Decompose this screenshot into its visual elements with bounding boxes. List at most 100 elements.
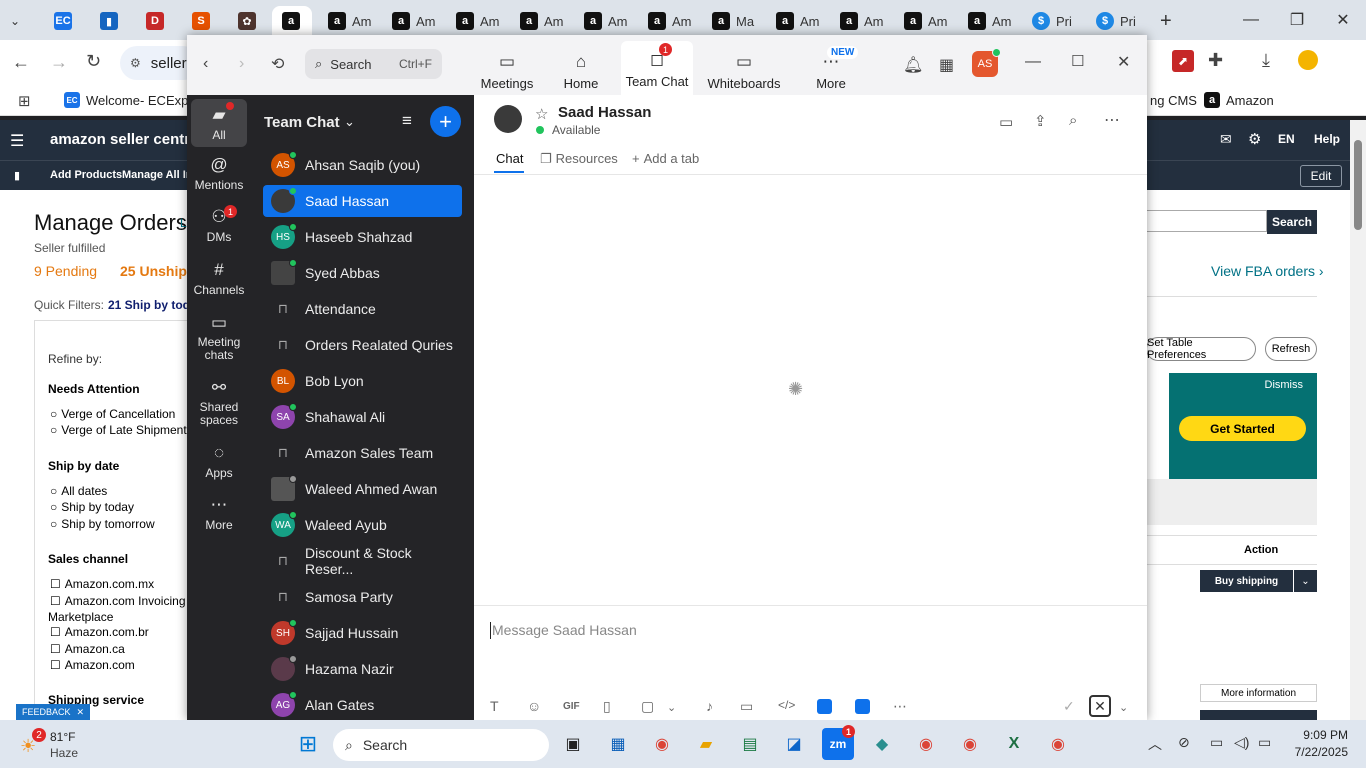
browser-tab[interactable]: a Am: [894, 6, 956, 36]
browser-tab[interactable]: S: [182, 6, 222, 36]
browser-tab[interactable]: $ Pri: [1022, 6, 1084, 36]
dismiss-link[interactable]: Dismiss: [1265, 379, 1304, 391]
contact-item[interactable]: AS Ahsan Saqib (you): [263, 149, 462, 181]
screenshot-icon[interactable]: ▢: [641, 698, 654, 715]
buy-shipping-button[interactable]: [1200, 710, 1317, 720]
chevron-down-icon[interactable]: ⌄: [667, 701, 676, 714]
refresh-button[interactable]: Refresh: [1265, 337, 1317, 361]
chrome-profile-icon[interactable]: ◉: [910, 728, 942, 760]
minimize-icon[interactable]: —: [1025, 53, 1041, 71]
new-chat-button[interactable]: +: [430, 106, 461, 137]
rail-meeting-chats[interactable]: ▭ Meeting chats: [191, 313, 247, 362]
channel-item[interactable]: ⊓ Orders Realated Quries: [263, 329, 462, 361]
scrollbar-thumb[interactable]: [1354, 140, 1362, 230]
maximize-icon[interactable]: ☐: [1071, 52, 1084, 70]
mail-icon[interactable]: ✉: [1220, 131, 1232, 148]
weather-widget[interactable]: ☀ 2 81°F Haze: [14, 728, 104, 762]
bookmark-item[interactable]: EC Welcome- ECExpre: [64, 92, 200, 108]
chevron-up-icon[interactable]: ︿: [1148, 734, 1162, 754]
browser-tab[interactable]: a Am: [574, 6, 636, 36]
pending-tab[interactable]: 9 Pending: [34, 263, 97, 279]
checkbox-option[interactable]: ☐ Amazon.com.mx: [50, 577, 154, 591]
contact-item[interactable]: BL Bob Lyon: [263, 365, 462, 397]
view-fba-orders-link[interactable]: View FBA orders ›: [1211, 263, 1324, 279]
add-products-link[interactable]: Add Products: [50, 169, 122, 181]
network-off-icon[interactable]: ⊘: [1178, 734, 1190, 751]
browser-tab[interactable]: a Am: [510, 6, 572, 36]
more-information-button[interactable]: More information: [1200, 684, 1317, 702]
emoji-icon[interactable]: ☺: [527, 698, 541, 714]
checkbox-option[interactable]: ☐ Amazon.com: [50, 658, 135, 672]
contact-item-selected[interactable]: Saad Hassan: [263, 185, 462, 217]
feedback-tab[interactable]: FEEDBACK ✕: [16, 704, 91, 720]
contact-item[interactable]: SH Sajjad Hussain: [263, 617, 462, 649]
star-icon[interactable]: ☆: [535, 105, 548, 123]
outlook-icon[interactable]: ◪: [778, 728, 810, 760]
share-screen-icon[interactable]: ⇪: [1034, 112, 1047, 130]
radio-option[interactable]: ○ All dates: [50, 484, 107, 498]
browser-tab[interactable]: a Am: [446, 6, 508, 36]
excel-icon[interactable]: X: [998, 728, 1030, 760]
apps-grid-icon[interactable]: ⊞: [18, 92, 31, 110]
search-button[interactable]: Search: [1267, 210, 1317, 234]
buy-shipping-button[interactable]: Buy shipping: [1200, 570, 1293, 592]
reload-icon[interactable]: ↻: [86, 51, 101, 72]
back-arrow-icon[interactable]: ‹: [203, 55, 208, 73]
nav-home[interactable]: ⌂ Home: [551, 43, 611, 91]
bell-icon[interactable]: 🔔︎: [903, 55, 923, 75]
learn-more-link[interactable]: L: [180, 216, 187, 230]
microphone-icon[interactable]: ♪: [706, 698, 713, 714]
history-icon[interactable]: ⟲: [271, 54, 284, 74]
browser-tab[interactable]: ✿: [228, 6, 268, 36]
message-input[interactable]: Message Saad Hassan: [490, 615, 1130, 645]
chrome-icon[interactable]: ◉: [646, 728, 678, 760]
browser-tab[interactable]: a Am: [830, 6, 892, 36]
task-view-icon[interactable]: ▣: [557, 728, 589, 760]
rail-channels[interactable]: # Channels: [191, 260, 247, 297]
chrome-profile-icon[interactable]: ◉: [954, 728, 986, 760]
channel-item[interactable]: ⊓ Attendance: [263, 293, 462, 325]
browser-tab[interactable]: $ Pri: [1086, 6, 1148, 36]
radio-option[interactable]: ○ Ship by today: [50, 500, 134, 514]
more-options-icon[interactable]: ⋯: [1104, 110, 1120, 130]
rail-mentions[interactable]: @ Mentions: [191, 155, 247, 192]
battery-icon[interactable]: ▭: [1258, 734, 1271, 751]
tab-resources[interactable]: ❐ Resources: [540, 151, 618, 167]
pdf-extension-icon[interactable]: ⬈: [1172, 50, 1194, 72]
unshipped-tab[interactable]: 25 Unship: [120, 263, 187, 279]
more-dots-icon[interactable]: ⋯: [893, 698, 907, 715]
zoom-search-box[interactable]: ⌕ Search Ctrl+F: [305, 49, 442, 79]
bookmark-icon[interactable]: ▮: [14, 169, 20, 182]
contact-item[interactable]: Hazama Nazir: [263, 653, 462, 685]
app-blue-icon[interactable]: [817, 699, 832, 714]
download-icon[interactable]: ⤓: [1262, 50, 1270, 71]
file-icon[interactable]: ▯: [603, 698, 611, 715]
chevron-down-icon[interactable]: ⌄: [1119, 701, 1128, 714]
display-icon[interactable]: ▭: [1210, 734, 1223, 751]
contact-item[interactable]: Syed Abbas: [263, 257, 462, 289]
back-arrow-icon[interactable]: ←: [12, 52, 30, 73]
zoom-taskbar-icon[interactable]: zm 1: [822, 725, 855, 760]
contact-item[interactable]: SA Shahawal Ali: [263, 401, 462, 433]
bookmark-item[interactable]: a Amazon: [1204, 92, 1274, 108]
nav-team-chat[interactable]: ◻ Team Chat 1: [621, 41, 693, 95]
file-explorer-icon[interactable]: ▰: [690, 728, 722, 760]
contact-avatar[interactable]: [494, 105, 522, 133]
format-text-icon[interactable]: T: [490, 698, 499, 714]
extensions-icon[interactable]: ✚: [1208, 50, 1223, 71]
buy-shipping-dropdown[interactable]: ⌄: [1294, 570, 1317, 592]
rail-dms[interactable]: ⚇ DMs 1: [191, 205, 247, 244]
rail-shared-spaces[interactable]: ⚯ Shared spaces: [191, 378, 247, 427]
windows-start-icon[interactable]: ⊞: [292, 728, 324, 760]
order-search-input[interactable]: [1147, 210, 1267, 232]
minimize-button[interactable]: —: [1228, 0, 1274, 40]
browser-tab[interactable]: a Am: [638, 6, 700, 36]
browser-tab[interactable]: ▮: [90, 6, 130, 36]
hamburger-menu-icon[interactable]: ☰: [10, 131, 24, 151]
radio-option[interactable]: ○ Verge of Cancellation: [50, 407, 175, 421]
browser-tab[interactable]: a Am: [382, 6, 444, 36]
channel-item[interactable]: ⊓ Samosa Party: [263, 581, 462, 613]
amazon-logo[interactable]: amazon seller central: [50, 131, 203, 148]
filter-icon[interactable]: ≡: [402, 111, 412, 131]
help-link[interactable]: Help: [1314, 132, 1340, 146]
